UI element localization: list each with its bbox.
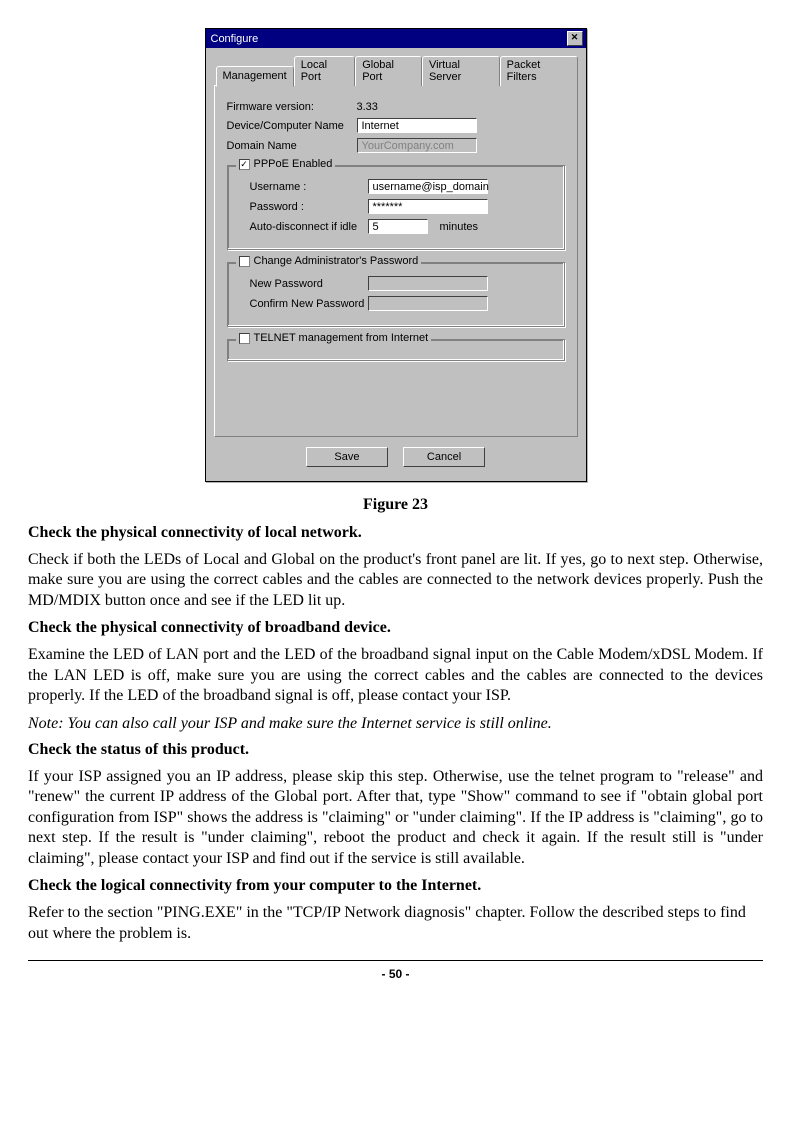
figure-caption: Figure 23: [28, 496, 763, 514]
close-icon[interactable]: ✕: [567, 31, 583, 46]
dialog-title: Configure: [211, 33, 259, 45]
page-number: - 50 -: [28, 960, 763, 981]
device-name-input[interactable]: Internet: [357, 118, 477, 133]
tab-management[interactable]: Management: [216, 66, 294, 87]
button-row: Save Cancel: [214, 437, 578, 473]
new-password-label: New Password: [238, 278, 368, 290]
section-body-1: Check if both the LEDs of Local and Glob…: [28, 550, 763, 611]
section-heading-3: Check the status of this product.: [28, 741, 763, 759]
confirm-password-label: Confirm New Password: [238, 298, 368, 310]
section-body-2: Examine the LED of LAN port and the LED …: [28, 645, 763, 706]
tab-local-port[interactable]: Local Port: [294, 56, 355, 86]
section-heading-4: Check the logical connectivity from your…: [28, 877, 763, 895]
domain-name-input[interactable]: YourCompany.com: [357, 138, 477, 153]
idle-input[interactable]: 5: [368, 219, 428, 234]
save-button[interactable]: Save: [306, 447, 388, 467]
username-input[interactable]: username@isp_domain: [368, 179, 488, 194]
firmware-value: 3.33: [357, 101, 378, 113]
tab-virtual-server[interactable]: Virtual Server: [422, 56, 500, 86]
device-name-label: Device/Computer Name: [227, 120, 357, 132]
telnet-checkbox-label: TELNET management from Internet: [254, 332, 429, 344]
section-heading-1: Check the physical connectivity of local…: [28, 524, 763, 542]
admin-password-group: Change Administrator's Password New Pass…: [227, 262, 565, 327]
idle-label: Auto-disconnect if idle: [238, 221, 368, 233]
configure-dialog: Configure ✕ Management Local Port Global…: [205, 28, 587, 482]
confirm-password-input[interactable]: [368, 296, 488, 311]
pppoe-group: ✓ PPPoE Enabled Username : username@isp_…: [227, 165, 565, 250]
tab-strip: Management Local Port Global Port Virtua…: [214, 56, 578, 86]
username-label: Username :: [238, 181, 368, 193]
firmware-label: Firmware version:: [227, 101, 357, 113]
admin-checkbox-label: Change Administrator's Password: [254, 255, 419, 267]
tab-global-port[interactable]: Global Port: [355, 56, 422, 86]
section-body-3: If your ISP assigned you an IP address, …: [28, 767, 763, 869]
tab-pane-management: Firmware version: 3.33 Device/Computer N…: [214, 85, 578, 437]
section-body-4: Refer to the section "PING.EXE" in the "…: [28, 903, 763, 944]
section-heading-2: Check the physical connectivity of broad…: [28, 619, 763, 637]
admin-checkbox[interactable]: [239, 256, 250, 267]
pppoe-checkbox-label: PPPoE Enabled: [254, 158, 333, 170]
password-label: Password :: [238, 201, 368, 213]
tab-packet-filters[interactable]: Packet Filters: [500, 56, 578, 86]
note-text: Note: You can also call your ISP and mak…: [28, 715, 763, 733]
telnet-group: TELNET management from Internet: [227, 339, 565, 361]
dialog-titlebar: Configure ✕: [206, 29, 586, 48]
password-input[interactable]: *******: [368, 199, 488, 214]
telnet-checkbox[interactable]: [239, 333, 250, 344]
domain-name-label: Domain Name: [227, 140, 357, 152]
idle-unit: minutes: [440, 221, 479, 233]
cancel-button[interactable]: Cancel: [403, 447, 485, 467]
pppoe-checkbox[interactable]: ✓: [239, 159, 250, 170]
new-password-input[interactable]: [368, 276, 488, 291]
